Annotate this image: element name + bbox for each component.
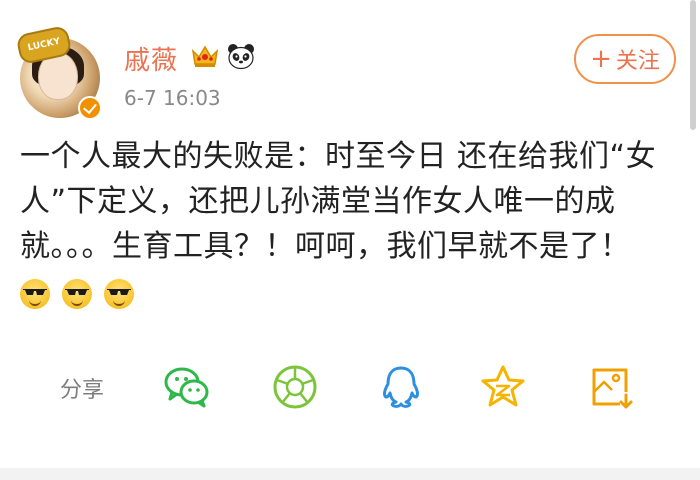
verified-badge-icon [78,96,102,120]
vip-crown-icon[interactable] [190,42,220,70]
username[interactable]: 戚薇 [124,40,178,77]
post-body: 一个人最大的失败是：时至今日 还在给我们“女人”下定义，还把儿孙满堂当作女人唯一… [20,139,657,264]
follow-button[interactable]: + 关注 [574,34,676,84]
post-timestamp: 6-7 16:03 [124,86,221,110]
scrollbar[interactable] [690,0,696,130]
weibo-post: LUCKY 戚薇 6-7 16:03 + 关注 一个人最大的失败是：时至今日 还… [0,0,700,480]
qq-icon[interactable] [376,362,426,412]
qzone-icon[interactable] [478,362,528,412]
wechat-icon[interactable] [162,362,212,412]
share-label: 分享 [60,378,105,403]
moments-icon[interactable] [270,362,320,412]
post-text: 一个人最大的失败是：时至今日 还在给我们“女人”下定义，还把儿孙满堂当作女人唯一… [20,134,680,315]
cool-sunglasses-emoji-icon [62,278,93,309]
avatar[interactable]: LUCKY [15,24,102,120]
follow-label: 关注 [615,49,660,74]
panda-icon[interactable] [226,42,256,70]
cool-sunglasses-emoji-icon [104,278,135,309]
post-divider [0,468,700,480]
cool-sunglasses-emoji-icon [20,278,50,309]
save-image-icon[interactable] [586,362,636,412]
plus-icon: + [590,44,612,74]
emoji-group [20,270,136,315]
